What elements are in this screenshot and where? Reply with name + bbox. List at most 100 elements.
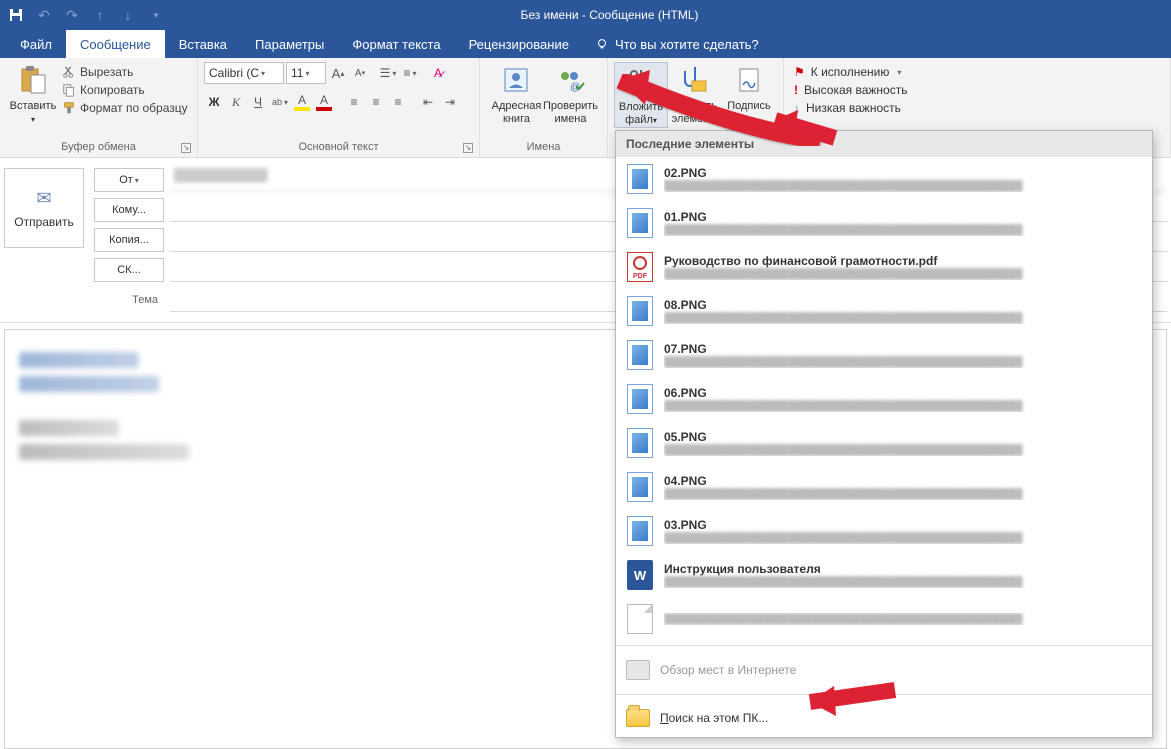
clear-format-button[interactable]: A̷ [428, 63, 448, 83]
group-clipboard-label: Буфер обмена [61, 141, 136, 153]
address-book-button[interactable]: Адресная книга [490, 62, 544, 126]
tab-format[interactable]: Формат текста [338, 30, 454, 58]
scissors-icon [62, 65, 76, 79]
bulb-icon [595, 37, 609, 51]
recent-items-list: 02.PNG██████████████████████████████████… [616, 157, 1152, 641]
align-right-button[interactable]: ≡ [388, 92, 408, 112]
recent-item[interactable]: 08.PNG██████████████████████████████████… [616, 289, 1152, 333]
recent-item[interactable]: 04.PNG██████████████████████████████████… [616, 465, 1152, 509]
recent-item-name: 03.PNG [664, 518, 1142, 532]
group-names-label: Имена [527, 141, 561, 153]
folder-icon [626, 709, 650, 727]
next-icon[interactable]: ↓ [116, 3, 140, 27]
recent-item[interactable]: 06.PNG██████████████████████████████████… [616, 377, 1152, 421]
image-file-icon [627, 516, 653, 546]
tab-review[interactable]: Рецензирование [455, 30, 583, 58]
attach-file-button[interactable]: Вложить файл▾ [614, 62, 668, 128]
shrink-font-button[interactable]: A▾ [350, 63, 370, 83]
font-highlight-color-button[interactable]: A [292, 92, 312, 112]
font-size-value: 11 [291, 66, 303, 80]
increase-indent-button[interactable]: ⇥ [440, 92, 460, 112]
signature-button[interactable]: Подпись▾ [722, 62, 776, 126]
recent-item-path: ████████████████████████████████████████… [664, 488, 1142, 500]
signature-label: Подпись [727, 100, 771, 112]
tab-file[interactable]: Файл [6, 30, 66, 58]
quick-access-toolbar: ↶ ↷ ↑ ↓ ▾ [0, 3, 168, 27]
recent-item[interactable]: 03.PNG██████████████████████████████████… [616, 509, 1152, 553]
recent-item-path: ████████████████████████████████████████… [664, 312, 1142, 324]
bcc-button[interactable]: СК... [94, 258, 164, 282]
recent-item[interactable]: ████████████████████████████████████████… [616, 597, 1152, 641]
paste-label: Вставить [10, 100, 57, 112]
followup-button[interactable]: ⚑К исполнению▾ [790, 64, 911, 80]
envelope-icon: ✉ [36, 188, 51, 209]
recent-item[interactable]: 01.PNG██████████████████████████████████… [616, 201, 1152, 245]
undo-icon[interactable]: ↶ [32, 3, 56, 27]
bold-button[interactable]: Ж [204, 92, 224, 112]
underline-button[interactable]: Ч [248, 92, 268, 112]
browse-pc-label: Поиск на этом ПК... [660, 711, 768, 725]
decrease-indent-button[interactable]: ⇤ [418, 92, 438, 112]
attach-file-dropdown: Последние элементы 02.PNG███████████████… [615, 130, 1153, 738]
high-importance-button[interactable]: !Высокая важность [790, 82, 911, 98]
recent-item-path: ████████████████████████████████████████… [664, 444, 1142, 456]
paste-button[interactable]: Вставить▾ [6, 62, 60, 126]
low-importance-button[interactable]: ↓Низкая важность [790, 100, 911, 116]
numbering-button[interactable]: ≡▾ [400, 63, 420, 83]
recent-item[interactable]: PDFРуководство по финансовой грамотности… [616, 245, 1152, 289]
recent-item-name: 08.PNG [664, 298, 1142, 312]
dialog-launcher-icon[interactable]: ↘ [463, 143, 473, 153]
word-file-icon: W [627, 560, 653, 590]
align-center-button[interactable]: ≡ [366, 92, 386, 112]
tell-me-search[interactable]: Что вы хотите сделать? [583, 30, 771, 58]
send-button[interactable]: ✉ Отправить [4, 168, 84, 248]
copy-button[interactable]: Копировать [60, 82, 190, 98]
font-size-select[interactable]: 11▾ [286, 62, 326, 84]
brush-icon [62, 101, 76, 115]
save-icon[interactable] [4, 3, 28, 27]
signature-icon [733, 64, 765, 96]
tab-insert[interactable]: Вставка [165, 30, 241, 58]
prev-icon[interactable]: ↑ [88, 3, 112, 27]
font-name-select[interactable]: Calibri (С▾ [204, 62, 284, 84]
format-painter-button[interactable]: Формат по образцу [60, 100, 190, 116]
image-file-icon [627, 472, 653, 502]
font-color-button[interactable]: A [314, 92, 334, 112]
cc-button[interactable]: Копия... [94, 228, 164, 252]
highlight-button[interactable]: ab▾ [270, 92, 290, 112]
recent-item[interactable]: 05.PNG██████████████████████████████████… [616, 421, 1152, 465]
bullets-button[interactable]: ☰▾ [378, 63, 398, 83]
tab-options[interactable]: Параметры [241, 30, 338, 58]
paste-icon [17, 64, 49, 96]
recent-item[interactable]: 02.PNG██████████████████████████████████… [616, 157, 1152, 201]
to-button[interactable]: Кому... [94, 198, 164, 222]
browse-web-button[interactable]: Обзор мест в Интернете [616, 650, 1152, 690]
recent-item-name: 05.PNG [664, 430, 1142, 444]
image-file-icon [627, 340, 653, 370]
send-label: Отправить [14, 215, 74, 229]
redo-icon[interactable]: ↷ [60, 3, 84, 27]
recent-item[interactable]: 07.PNG██████████████████████████████████… [616, 333, 1152, 377]
group-clipboard: Вставить▾ Вырезать Копировать Формат по … [0, 58, 198, 157]
titlebar: ↶ ↷ ↑ ↓ ▾ Без имени - Сообщение (HTML) [0, 0, 1171, 30]
from-label: От [119, 174, 133, 186]
check-names-button[interactable]: @ Проверить имена [544, 62, 598, 126]
from-button[interactable]: От ▾ [94, 168, 164, 192]
grow-font-button[interactable]: A▴ [328, 63, 348, 83]
copy-icon [62, 83, 76, 97]
recent-item-path: ████████████████████████████████████████… [664, 532, 1142, 544]
dialog-launcher-icon[interactable]: ↘ [181, 143, 191, 153]
exclamation-icon: ! [794, 83, 798, 97]
attach-item-button[interactable]: Вложить элемент▾ [668, 62, 722, 126]
align-left-button[interactable]: ≡ [344, 92, 364, 112]
subject-label: Тема [94, 294, 164, 306]
qat-customize-icon[interactable]: ▾ [144, 3, 168, 27]
browse-pc-button[interactable]: Поиск на этом ПК... [616, 699, 1152, 737]
italic-button[interactable]: К [226, 92, 246, 112]
address-book-icon [501, 64, 533, 96]
recent-item-name: Инструкция пользователя [664, 562, 1142, 576]
tab-message[interactable]: Сообщение [66, 30, 165, 58]
recent-item[interactable]: WИнструкция пользователя████████████████… [616, 553, 1152, 597]
cut-button[interactable]: Вырезать [60, 64, 190, 80]
browse-web-label: Обзор мест в Интернете [660, 663, 796, 677]
